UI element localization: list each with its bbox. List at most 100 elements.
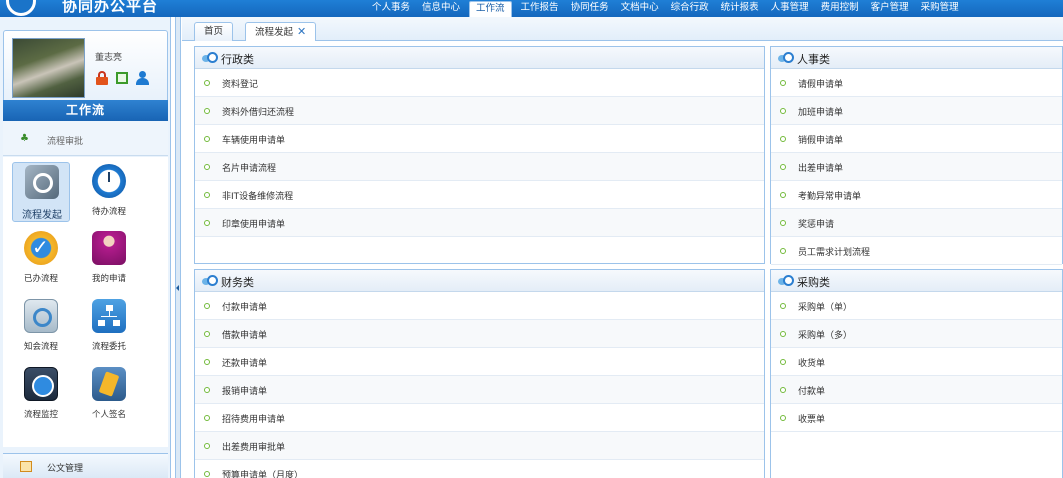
nav-collab-task[interactable]: 协同任务 — [565, 0, 615, 16]
list-item[interactable]: 还款申请单 — [195, 348, 764, 376]
list-item[interactable]: 员工需求计划流程 — [771, 237, 1062, 265]
tile-process-delegate[interactable]: 流程委托 — [80, 297, 138, 357]
list-item-label: 请假申请单 — [798, 80, 844, 90]
magnifier-icon — [24, 299, 58, 333]
tile-label: 流程监控 — [23, 410, 58, 420]
list-item[interactable]: 资料外借归还流程 — [195, 97, 764, 125]
list-item-label: 奖惩申请 — [798, 220, 835, 230]
tile-personal-signature[interactable]: 个人签名 — [80, 365, 138, 425]
list-item[interactable]: 招待费用申请单 — [195, 404, 764, 432]
signature-icon — [92, 367, 126, 401]
tab-home[interactable]: 首页 — [194, 22, 234, 41]
nav-expense[interactable]: 费用控制 — [815, 0, 865, 16]
list-item[interactable]: 付款申请单 — [195, 292, 764, 320]
list-item[interactable]: 考勤异常申请单 — [771, 181, 1062, 209]
sidebar-item-label: 公文管理 — [47, 464, 84, 474]
list-item[interactable]: 采购单（多） — [771, 320, 1062, 348]
panel-header: 采购类 — [771, 270, 1062, 292]
list-item-label: 名片申请流程 — [222, 164, 277, 174]
nav-workflow[interactable]: 工作流 — [469, 1, 512, 17]
list-item[interactable]: 销假申请单 — [771, 125, 1062, 153]
category-icon — [202, 52, 218, 64]
list-item-label: 加班申请单 — [798, 108, 844, 118]
list-item[interactable]: 报销申请单 — [195, 376, 764, 404]
tile-label: 流程发起 — [22, 210, 62, 221]
list-item-label: 员工需求计划流程 — [798, 248, 871, 258]
panel-header: 财务类 — [195, 270, 764, 292]
list-item-label: 资料登记 — [222, 80, 259, 90]
sidebar-collapse-handle[interactable] — [175, 17, 181, 478]
list-item-label: 采购单（多） — [798, 331, 853, 341]
tile-label: 流程委托 — [91, 342, 126, 352]
nav-hr[interactable]: 人事管理 — [765, 0, 815, 16]
list-item[interactable]: 采购单（单） — [771, 292, 1062, 320]
tile-process-monitor[interactable]: 流程监控 — [12, 365, 70, 425]
close-icon[interactable]: ✕ — [297, 25, 306, 38]
nav-work-report[interactable]: 工作报告 — [515, 0, 565, 16]
list-item[interactable]: 印章使用申请单 — [195, 209, 764, 237]
panel-header: 行政类 — [195, 47, 764, 69]
avatar — [12, 38, 85, 98]
nav-personal-affairs[interactable]: 个人事务 — [366, 0, 416, 16]
nav-customer[interactable]: 客户管理 — [865, 0, 915, 16]
sidebar-item-document-management[interactable]: 公文管理 — [3, 453, 168, 478]
list-item[interactable]: 奖惩申请 — [771, 209, 1062, 237]
list-item[interactable]: 收票单 — [771, 404, 1062, 432]
list-item-label: 印章使用申请单 — [222, 220, 286, 230]
panel-title: 行政类 — [221, 53, 254, 66]
tab-process-start[interactable]: 流程发起 ✕ — [245, 22, 317, 41]
bullet-icon — [204, 80, 210, 86]
list-item[interactable]: 付款单 — [771, 376, 1062, 404]
list-item-label: 出差费用审批单 — [222, 443, 286, 453]
bullet-icon — [780, 220, 786, 226]
list-item-label: 预算申请单（月度） — [222, 471, 304, 478]
list-item[interactable]: 名片申请流程 — [195, 153, 764, 181]
lock-icon[interactable] — [95, 71, 109, 85]
list-item[interactable]: 车辆使用申请单 — [195, 125, 764, 153]
user-name: 董志亮 — [95, 53, 123, 63]
list-item-label: 付款单 — [798, 387, 826, 397]
nav-info-center[interactable]: 信息中心 — [416, 0, 466, 16]
bullet-icon — [204, 164, 210, 170]
list-item[interactable]: 出差费用审批单 — [195, 432, 764, 460]
nav-doc-center[interactable]: 文档中心 — [615, 0, 665, 16]
bullet-icon — [204, 443, 210, 449]
tile-label: 待办流程 — [91, 207, 126, 217]
tile-notify-process[interactable]: 知会流程 — [12, 297, 70, 357]
panel-title: 人事类 — [797, 53, 830, 66]
person-icon — [92, 231, 126, 265]
edit-icon[interactable] — [115, 71, 129, 85]
list-item[interactable]: 请假申请单 — [771, 69, 1062, 97]
bullet-icon — [204, 220, 210, 226]
list-item-label: 报销申请单 — [222, 387, 268, 397]
list-item[interactable]: 收货单 — [771, 348, 1062, 376]
tile-pending-process[interactable]: 待办流程 — [80, 162, 138, 222]
app-title: 协同办公平台 — [62, 0, 159, 15]
bullet-icon — [780, 80, 786, 86]
user-icon[interactable] — [135, 71, 149, 85]
nav-stat-report[interactable]: 统计报表 — [715, 0, 765, 16]
tile-my-application[interactable]: 我的申请 — [80, 229, 138, 289]
bullet-icon — [780, 415, 786, 421]
top-nav: 个人事务 信息中心 工作流 工作报告 协同任务 文档中心 综合行政 统计报表 人… — [366, 0, 965, 17]
tile-done-process[interactable]: 已办流程 — [12, 229, 70, 289]
bullet-icon — [780, 108, 786, 114]
bullet-icon — [780, 164, 786, 170]
list-item[interactable]: 资料登记 — [195, 69, 764, 97]
workflow-section-title: 工作流 — [3, 100, 168, 121]
list-item[interactable]: 借款申请单 — [195, 320, 764, 348]
tile-label: 我的申请 — [91, 274, 126, 284]
panel-header: 人事类 — [771, 47, 1062, 69]
tab-label: 流程发起 — [255, 27, 294, 38]
list-item[interactable]: 出差申请单 — [771, 153, 1062, 181]
nav-purchase[interactable]: 采购管理 — [915, 0, 965, 16]
list-item[interactable]: 预算申请单（月度） — [195, 460, 764, 478]
nav-admin[interactable]: 综合行政 — [665, 0, 715, 16]
bullet-icon — [204, 303, 210, 309]
sidebar-item-process-approval[interactable]: ♣ 流程审批 — [3, 121, 168, 156]
tile-process-start[interactable]: 流程发起 — [12, 162, 70, 222]
list-item[interactable]: 非IT设备维修流程 — [195, 181, 764, 209]
list-item[interactable]: 加班申请单 — [771, 97, 1062, 125]
clock-icon — [92, 164, 126, 198]
panel-purchase: 采购类 采购单（单） 采购单（多） 收货单 付款单 收票单 — [770, 269, 1063, 478]
